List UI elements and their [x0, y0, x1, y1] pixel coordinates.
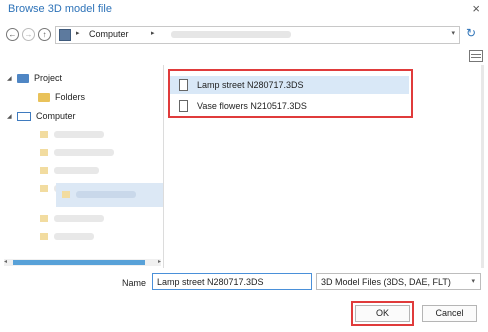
computer-location-icon: [59, 29, 71, 41]
obscured-folder-icon: [40, 167, 48, 174]
files-highlight-box: [168, 69, 413, 118]
obscured-folder-icon: [40, 185, 48, 192]
view-options-icon[interactable]: [469, 50, 483, 62]
tree-item-computer[interactable]: ◢ Computer: [7, 109, 76, 123]
tree-item-label: Computer: [36, 111, 76, 121]
obscured-tree-item[interactable]: [54, 149, 114, 156]
cancel-button[interactable]: Cancel: [422, 305, 477, 322]
obscured-tree-item[interactable]: [54, 233, 94, 240]
obscured-folder-icon: [40, 131, 48, 138]
scrollbar-thumb[interactable]: [13, 260, 145, 265]
folder-icon: [38, 92, 50, 102]
expanded-arrow-icon[interactable]: ◢: [7, 75, 17, 82]
obscured-folder-icon: [40, 215, 48, 222]
name-label: Name: [122, 278, 147, 288]
breadcrumb-computer[interactable]: Computer: [89, 29, 129, 39]
computer-icon: [17, 111, 31, 121]
address-dropdown-icon[interactable]: ▾: [451, 29, 455, 37]
ok-button[interactable]: OK: [355, 305, 410, 322]
breadcrumb-separator-icon[interactable]: ▸: [76, 29, 80, 37]
obscured-tree-item[interactable]: [54, 215, 104, 222]
expanded-arrow-icon[interactable]: ◢: [7, 113, 17, 120]
file-type-select[interactable]: 3D Model Files (3DS, DAE, FLT) ▾: [316, 273, 481, 290]
obscured-tree-item[interactable]: [54, 167, 99, 174]
obscured-tree-item[interactable]: [54, 131, 104, 138]
up-button[interactable]: ↑: [38, 28, 51, 41]
tree-item-folders[interactable]: Folders: [38, 90, 85, 104]
tree-item-label: Project: [34, 73, 63, 83]
breadcrumb-separator-icon[interactable]: ▸: [151, 29, 155, 37]
address-bar[interactable]: ▸ Computer ▸ ▾: [55, 26, 460, 44]
close-icon[interactable]: ×: [472, 1, 480, 16]
tree-item-label: Folders: [55, 92, 86, 102]
chevron-down-icon[interactable]: ▾: [471, 277, 475, 285]
project-icon: [17, 73, 29, 83]
obscured-tree-item[interactable]: [76, 191, 136, 198]
vertical-scrollbar[interactable]: [481, 65, 484, 268]
obscured-folder-icon: [62, 191, 70, 198]
file-type-value: 3D Model Files (3DS, DAE, FLT): [321, 277, 451, 287]
back-button[interactable]: ←: [6, 28, 19, 41]
file-name-input[interactable]: [152, 273, 312, 290]
obscured-folder-icon: [40, 233, 48, 240]
refresh-icon[interactable]: ↻: [466, 26, 476, 40]
navigation-tree: ◢ Project Folders ◢ Computer: [0, 65, 164, 268]
breadcrumb-obscured-path: [171, 31, 291, 38]
forward-button[interactable]: →: [22, 28, 35, 41]
obscured-folder-icon: [40, 149, 48, 156]
dialog-title: Browse 3D model file: [8, 3, 112, 15]
scroll-right-icon[interactable]: ▸: [158, 258, 161, 265]
tree-item-project[interactable]: ◢ Project: [7, 71, 62, 85]
horizontal-scrollbar[interactable]: ◂ ▸: [4, 259, 161, 266]
scroll-left-icon[interactable]: ◂: [4, 258, 7, 265]
